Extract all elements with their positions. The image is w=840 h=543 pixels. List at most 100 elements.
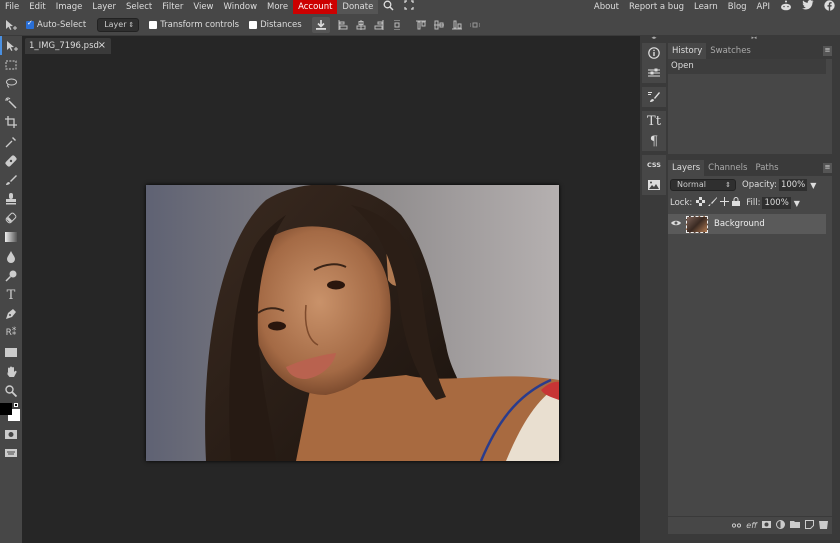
crop-tool[interactable] [0,113,22,132]
fill-dropdown-icon[interactable]: ▼ [794,199,800,208]
transform-controls-check[interactable] [149,20,158,29]
blend-mode-dropdown[interactable]: Normal ⇕ [670,179,736,191]
align-center-icon[interactable] [354,19,368,30]
auto-select-target-dropdown[interactable]: Layer ⇕ [97,17,140,32]
healing-tool[interactable] [0,151,22,170]
twitter-icon[interactable] [797,0,819,14]
opacity-dropdown-icon[interactable]: ▼ [810,181,816,190]
search-icon[interactable] [378,0,399,14]
reddit-icon[interactable] [775,0,797,14]
adjustment-layer-icon[interactable] [776,519,785,532]
menu-view[interactable]: View [188,0,218,14]
collapse-handle-icon[interactable]: ◂▸ [640,36,668,43]
align-left-icon[interactable] [336,19,350,30]
character-icon[interactable]: Tt [642,111,666,131]
download-icon[interactable] [311,16,330,33]
fill-label: Fill: [746,198,761,208]
distances-checkbox[interactable]: Distances [249,20,302,30]
menu-donate[interactable]: Donate [337,0,379,14]
align-top-icon[interactable] [414,20,428,30]
zoom-tool[interactable] [0,381,22,400]
brush-settings-icon[interactable] [642,87,666,107]
distances-check[interactable] [249,20,258,29]
menu-select[interactable]: Select [121,0,157,14]
lock-all-icon[interactable] [732,197,741,209]
move-tool-icon [0,19,22,31]
blur-tool[interactable] [0,247,22,266]
opacity-input[interactable]: 100% [778,179,808,191]
tab-channels[interactable]: Channels [704,160,751,176]
paragraph-icon[interactable]: ¶ [642,131,666,151]
tab-layers[interactable]: Layers [668,160,705,176]
link-layers-icon[interactable] [732,521,742,531]
brush-tool[interactable] [0,170,22,189]
menu-filter[interactable]: Filter [157,0,188,14]
menu-file[interactable]: File [0,0,24,14]
link-report-bug[interactable]: Report a bug [624,0,689,14]
clone-stamp-tool[interactable] [0,190,22,209]
canvas-image[interactable] [146,185,559,461]
shape-tool[interactable] [0,343,22,362]
quick-mask-icon[interactable] [0,425,22,444]
layers-panel-menu-icon[interactable]: ≡ [823,163,832,173]
visibility-eye-icon[interactable] [668,219,684,229]
transform-controls-checkbox[interactable]: Transform controls [149,20,239,30]
new-layer-icon[interactable] [805,519,814,532]
menu-more[interactable]: More [262,0,293,14]
history-panel-menu-icon[interactable]: ≡ [823,46,832,56]
hand-tool[interactable] [0,362,22,381]
move-tool[interactable] [0,36,22,56]
menu-window[interactable]: Window [219,0,263,14]
delete-layer-icon[interactable] [819,520,828,532]
align-bottom-icon[interactable] [450,20,464,30]
color-swatches[interactable] [0,401,22,425]
path-select-tool[interactable]: R⁑ [0,324,22,343]
menu-image[interactable]: Image [51,0,88,14]
facebook-icon[interactable] [819,0,840,14]
magic-wand-tool[interactable] [0,94,22,113]
css-icon[interactable]: CSS [642,155,666,175]
close-tab-icon[interactable]: × [98,38,106,54]
document-tab[interactable]: 1_IMG_7196.psd × [25,38,111,54]
distribute-horizontal-icon[interactable] [468,20,482,30]
fullscreen-icon[interactable] [399,0,419,14]
tab-paths[interactable]: Paths [751,160,782,176]
link-blog[interactable]: Blog [723,0,752,14]
layer-row-background[interactable]: Background [668,214,826,234]
marquee-tool[interactable] [0,55,22,74]
add-mask-icon[interactable] [762,520,771,531]
link-learn[interactable]: Learn [689,0,723,14]
new-group-folder-icon[interactable] [790,520,800,531]
eraser-tool[interactable] [0,209,22,228]
link-about[interactable]: About [589,0,624,14]
screen-mode-icon[interactable] [0,444,22,463]
lasso-tool[interactable] [0,74,22,93]
pen-tool[interactable] [0,305,22,324]
link-api[interactable]: API [752,0,775,14]
layer-effects-icon[interactable]: eff [746,521,757,530]
menu-layer[interactable]: Layer [87,0,121,14]
type-tool[interactable]: T [0,285,22,304]
foreground-color-swatch[interactable] [0,402,12,415]
tab-swatches[interactable]: Swatches [706,43,755,59]
menu-account[interactable]: Account [293,0,338,14]
align-right-icon[interactable] [372,19,386,30]
tab-history[interactable]: History [668,43,707,59]
swap-colors-icon[interactable] [14,402,18,407]
distribute-vertical-icon[interactable] [390,19,404,30]
image-icon[interactable] [642,175,666,195]
info-icon[interactable] [642,43,666,63]
gradient-tool[interactable] [0,228,22,247]
properties-icon[interactable] [642,63,666,83]
auto-select-check[interactable] [26,19,34,29]
history-entry[interactable]: Open [668,59,826,74]
lock-pixels-icon[interactable] [708,197,718,209]
auto-select-checkbox[interactable]: Auto-Select [26,19,86,30]
eyedropper-tool[interactable] [0,132,22,151]
dodge-tool[interactable] [0,266,22,285]
lock-transparency-icon[interactable] [696,197,706,209]
menu-edit[interactable]: Edit [24,0,50,14]
align-middle-icon[interactable] [432,20,446,30]
lock-position-icon[interactable] [720,197,730,209]
fill-input[interactable]: 100% [762,197,791,209]
